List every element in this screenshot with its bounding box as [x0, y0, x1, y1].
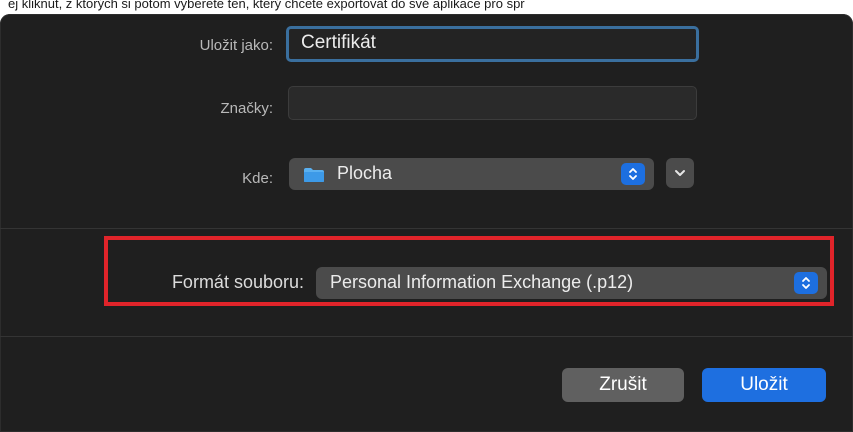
background-caption-text: ej kliknut, z ktorých si potom vyberete …	[8, 0, 525, 11]
divider-top	[0, 228, 853, 229]
where-popup[interactable]: Plocha	[289, 158, 654, 190]
format-highlight-box	[104, 236, 834, 306]
save-button[interactable]: Uložit	[702, 368, 826, 402]
tags-input[interactable]	[288, 86, 697, 120]
cancel-button[interactable]: Zrušit	[562, 368, 684, 402]
where-stepper-icon	[621, 163, 645, 185]
where-label: Kde:	[242, 170, 273, 187]
chevron-down-icon	[675, 170, 685, 176]
where-value: Plocha	[337, 163, 393, 183]
save-as-label: Uložit jako:	[199, 37, 273, 54]
save-as-value: Certifikát	[301, 32, 376, 53]
tags-label: Značky:	[220, 100, 273, 117]
folder-icon	[304, 168, 324, 182]
expand-button[interactable]	[666, 158, 694, 188]
divider-bottom	[0, 336, 853, 337]
save-as-input[interactable]: Certifikát	[286, 26, 699, 62]
save-dialog: Uložit jako: Certifikát Značky: Kde: Plo…	[0, 14, 853, 432]
